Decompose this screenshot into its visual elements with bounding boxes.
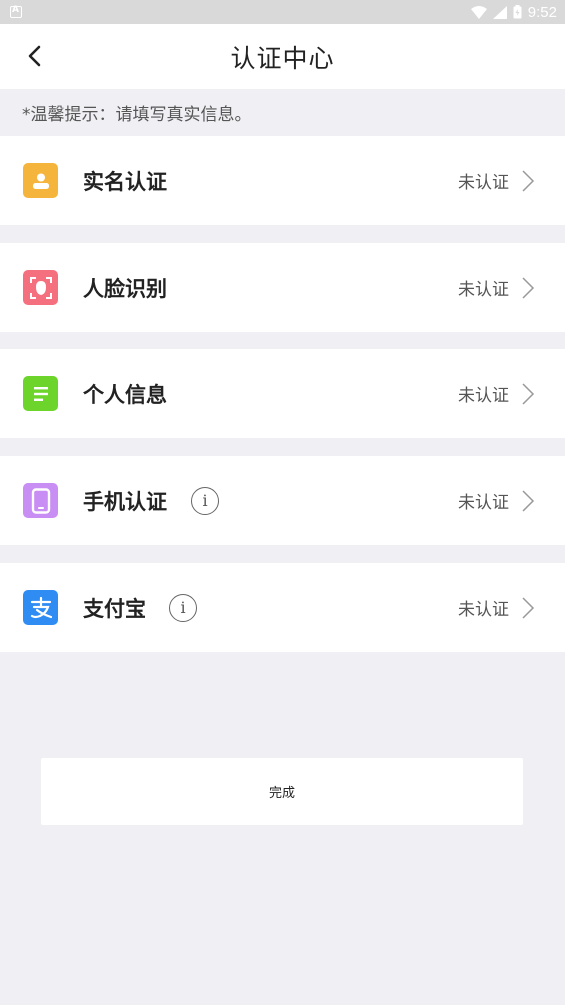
row-label: 手机认证 [83, 489, 167, 514]
phone-icon [23, 483, 58, 518]
document-icon [23, 376, 58, 411]
chevron-right-icon [522, 382, 535, 405]
info-icon[interactable]: i [169, 593, 197, 622]
row-real-name[interactable]: 实名认证 未认证 [0, 136, 565, 225]
row-personal-info[interactable]: 个人信息 未认证 [0, 349, 565, 438]
chevron-right-icon [522, 596, 535, 619]
chevron-right-icon [522, 276, 535, 299]
clock: 9:52 [527, 3, 557, 21]
row-label: 个人信息 [83, 382, 167, 407]
done-button[interactable]: 完成 [41, 758, 523, 825]
chevron-right-icon [522, 489, 535, 512]
chevron-right-icon [522, 169, 535, 192]
face-scan-icon [23, 270, 58, 305]
row-label: 人脸识别 [83, 276, 167, 301]
status-text: 未认证 [458, 386, 509, 406]
signal-icon [492, 5, 507, 19]
tip-text: *温馨提示：请填写真实信息。 [22, 104, 252, 125]
wifi-icon [470, 5, 487, 19]
row-phone-verification[interactable]: 手机认证 i 未认证 [0, 456, 565, 545]
back-arrow-icon [28, 45, 41, 67]
row-label: 实名认证 [83, 169, 167, 194]
row-face-recognition[interactable]: 人脸识别 未认证 [0, 243, 565, 332]
status-text: 未认证 [458, 493, 509, 513]
back-button[interactable] [16, 38, 52, 74]
nav-bar: 认证中心 [0, 24, 565, 89]
battery-icon [513, 5, 522, 19]
notification-icon [10, 5, 22, 18]
status-text: 未认证 [458, 173, 509, 193]
status-bar: 9:52 [0, 0, 565, 24]
info-icon[interactable]: i [191, 486, 219, 515]
status-text: 未认证 [458, 280, 509, 300]
status-text: 未认证 [458, 600, 509, 620]
page-title: 认证中心 [230, 43, 335, 73]
alipay-icon [23, 590, 58, 625]
row-alipay[interactable]: 支付宝 i 未认证 [0, 563, 565, 652]
person-icon [23, 163, 58, 198]
row-label: 支付宝 [83, 596, 146, 621]
